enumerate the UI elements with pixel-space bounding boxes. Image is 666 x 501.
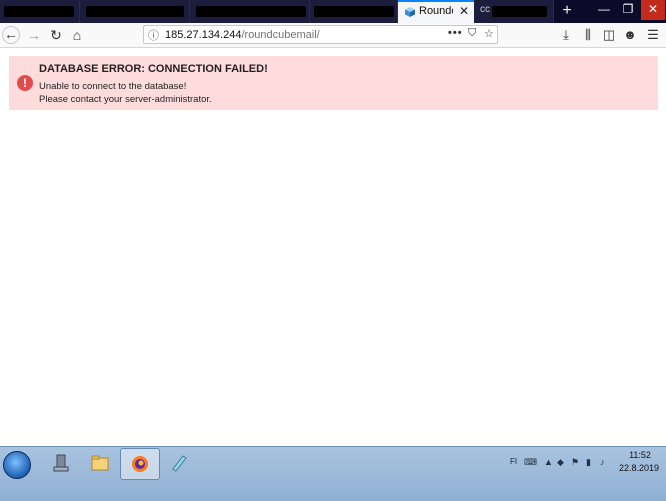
clock-time[interactable]: 11:52 bbox=[620, 450, 660, 460]
tab-strip: Roundcube ✕ cc + — ❐ ✕ bbox=[0, 0, 666, 23]
roundcube-favicon-icon bbox=[405, 7, 415, 17]
taskbar: FI ⌨ ▲ ◆ ⚑ ▮ ♪ 11:52 22.8.2019 bbox=[0, 446, 666, 501]
redaction-bar bbox=[4, 6, 74, 17]
language-indicator[interactable]: FI bbox=[510, 457, 517, 466]
action-center-icon[interactable]: ⚑ bbox=[571, 457, 581, 467]
taskbar-button-notepad[interactable] bbox=[160, 448, 198, 478]
restore-icon[interactable]: ❐ bbox=[616, 0, 640, 20]
notepad-icon bbox=[172, 455, 187, 472]
tab-roundcube[interactable]: Roundcube ✕ bbox=[398, 0, 474, 23]
page-actions-icon[interactable]: ••• bbox=[448, 27, 463, 39]
error-detail-line: Please contact your server-administrator… bbox=[39, 94, 212, 105]
downloads-icon[interactable]: ⤓ bbox=[557, 25, 575, 45]
home-icon[interactable]: ⌂ bbox=[67, 25, 87, 45]
account-icon[interactable]: ☻ bbox=[621, 25, 639, 45]
url-text[interactable]: 185.27.134.244/roundcubemail/ bbox=[165, 29, 320, 41]
error-icon: ! bbox=[17, 75, 33, 91]
tab-title: cc bbox=[480, 4, 490, 15]
start-orb-icon[interactable] bbox=[3, 451, 31, 479]
redaction-bar bbox=[314, 6, 394, 17]
bookmark-star-icon[interactable]: ☆ bbox=[484, 27, 494, 40]
redaction-bar bbox=[492, 6, 547, 17]
back-icon[interactable]: ← bbox=[2, 26, 20, 44]
tab-partial[interactable]: cc bbox=[474, 0, 554, 23]
firefox-icon bbox=[132, 456, 148, 472]
site-info-icon[interactable]: ⓘ bbox=[148, 27, 161, 42]
redaction-bar bbox=[196, 6, 306, 17]
taskbar-button-firefox[interactable] bbox=[120, 448, 160, 480]
file-server-icon bbox=[53, 454, 69, 472]
tab-redacted-1[interactable] bbox=[0, 0, 80, 23]
redaction-bar bbox=[86, 6, 184, 17]
taskbar-button-file-explorer[interactable] bbox=[81, 448, 119, 478]
volume-icon[interactable]: ♪ bbox=[600, 457, 610, 467]
url-bar[interactable]: ⓘ 185.27.134.244/roundcubemail/ ••• ⛉ ☆ bbox=[143, 25, 498, 44]
tab-redacted-2[interactable] bbox=[80, 0, 190, 23]
file-explorer-icon bbox=[91, 455, 109, 471]
menu-icon[interactable]: ☰ bbox=[644, 25, 662, 45]
show-hidden-icons-icon[interactable]: ▲ bbox=[544, 457, 554, 467]
error-detail-line: Unable to connect to the database! bbox=[39, 81, 187, 92]
tab-redacted-4[interactable] bbox=[310, 0, 398, 23]
close-tab-icon[interactable]: ✕ bbox=[459, 4, 469, 18]
tray-app-icon[interactable]: ◆ bbox=[557, 457, 567, 467]
clock-date[interactable]: 22.8.2019 bbox=[616, 463, 662, 473]
error-message-box: ! DATABASE ERROR: CONNECTION FAILED! Una… bbox=[9, 56, 658, 110]
minimize-icon[interactable]: — bbox=[592, 0, 616, 20]
network-icon[interactable]: ▮ bbox=[586, 457, 596, 467]
close-window-icon[interactable]: ✕ bbox=[641, 0, 665, 20]
reload-icon[interactable]: ↻ bbox=[46, 25, 66, 45]
tab-redacted-3[interactable] bbox=[190, 0, 310, 23]
tab-title: Roundcube bbox=[419, 5, 453, 17]
new-tab-button[interactable]: + bbox=[556, 0, 578, 23]
url-path: /roundcubemail/ bbox=[241, 29, 320, 41]
library-icon[interactable]: ⫼ bbox=[579, 25, 597, 45]
keyboard-icon[interactable]: ⌨ bbox=[524, 457, 537, 467]
error-title: DATABASE ERROR: CONNECTION FAILED! bbox=[39, 63, 268, 75]
navigation-toolbar: ← → ↻ ⌂ ⓘ 185.27.134.244/roundcubemail/ … bbox=[0, 23, 666, 48]
pocket-icon[interactable]: ⛉ bbox=[468, 27, 476, 40]
forward-icon[interactable]: → bbox=[24, 25, 44, 45]
taskbar-button-file-server[interactable] bbox=[42, 448, 80, 478]
sidebar-icon[interactable]: ◫ bbox=[600, 25, 618, 45]
url-host: 185.27.134.244 bbox=[165, 29, 242, 41]
